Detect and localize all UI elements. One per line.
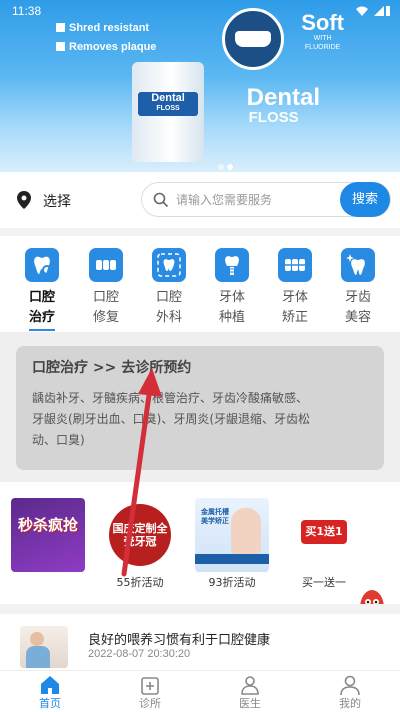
carousel-dots[interactable] — [218, 155, 238, 170]
promo-image: 秒杀疯抢 — [11, 498, 85, 572]
bottom-tabbar: 首页 诊所 医生 我的 — [0, 670, 400, 712]
profile-icon — [340, 675, 360, 696]
tab-clinic[interactable]: 诊所 — [100, 671, 200, 712]
promo-item[interactable]: 买1送1 买一送一 — [284, 498, 364, 590]
search-row: 选择 搜索 — [0, 172, 400, 228]
category-cosmetic[interactable]: 牙齿 美容 — [333, 248, 383, 328]
clinic-icon — [141, 677, 159, 695]
floss-box-label: Dental FLOSS — [138, 92, 198, 116]
tab-label: 诊所 — [139, 697, 161, 710]
home-icon — [41, 676, 59, 694]
promo-item[interactable]: 国庆定制全瓷牙冠 55折活动 — [100, 498, 180, 590]
status-icons — [356, 6, 390, 16]
promo-label: 93折活动 — [208, 576, 256, 589]
banner-carousel[interactable]: 11:38 Shred resistant Removes plaque Sof… — [0, 0, 400, 172]
category-oral-surgery[interactable]: 口腔 外科 — [144, 248, 194, 328]
sparkle-tooth-icon — [341, 248, 375, 282]
category-label: 牙齿 美容 — [344, 290, 371, 325]
tab-doctor[interactable]: 医生 — [200, 671, 300, 712]
category-orthodontic[interactable]: 牙体 矫正 — [270, 248, 320, 328]
tab-label: 医生 — [239, 697, 261, 710]
tab-label: 首页 — [39, 697, 61, 710]
banner-soft-badge: Soft WITH FLUORIDE — [301, 10, 344, 52]
section-divider — [0, 228, 400, 236]
promo-item[interactable]: 秒杀疯抢 — [8, 498, 88, 576]
article-title: 良好的喂养习惯有利于口腔健康 — [88, 633, 271, 648]
category-label: 牙体 矫正 — [281, 290, 308, 325]
floss-box-image: Dental FLOSS — [132, 62, 204, 162]
article-time: 2022-08-07 20:30:20 — [88, 648, 191, 660]
promo-item[interactable]: 金属托槽 美学矫正 93折活动 — [192, 498, 272, 590]
tab-profile[interactable]: 我的 — [300, 671, 400, 712]
category-bar: 口腔 治疗 口腔 修复 口腔 外科 牙体 种植 牙体 矫正 牙齿 美容 — [0, 236, 400, 332]
article-thumbnail — [20, 626, 68, 668]
doctor-icon — [241, 676, 259, 695]
promo-label: 55折活动 — [116, 576, 164, 589]
location-pin-icon[interactable] — [17, 191, 31, 209]
carousel-dot-active[interactable] — [227, 164, 233, 170]
active-underline — [29, 329, 55, 331]
section-divider — [0, 604, 400, 614]
banner-bullet: Shred resistant — [56, 22, 156, 34]
category-label: 口腔 治疗 — [28, 290, 55, 325]
category-detail-card[interactable]: 口腔治疗 >> 去诊所预约 龋齿补牙、牙髓疾病、根管治疗、牙齿冷酸痛敏感、 牙龈… — [16, 346, 384, 470]
carousel-dot[interactable] — [218, 164, 224, 170]
promo-image: 国庆定制全瓷牙冠 — [103, 498, 177, 572]
promo-label: 买一送一 — [302, 576, 346, 589]
tooth-search-icon — [25, 248, 59, 282]
category-oral-repair[interactable]: 口腔 修复 — [81, 248, 131, 328]
app-root: 11:38 Shred resistant Removes plaque Sof… — [0, 0, 400, 712]
banner-bullets: Shred resistant Removes plaque — [56, 22, 156, 60]
promo-strip: 秒杀疯抢 国庆定制全瓷牙冠 55折活动 金属托槽 美学矫正 93折活动 买1送1… — [0, 490, 400, 602]
promo-image: 买1送1 — [287, 498, 361, 572]
promo-image: 金属托槽 美学矫正 — [195, 498, 269, 572]
category-oral-treatment[interactable]: 口腔 治疗 — [17, 248, 67, 331]
search-icon — [153, 192, 169, 208]
braces-icon — [278, 248, 312, 282]
teeth-icon — [222, 8, 284, 70]
tab-label: 我的 — [339, 697, 361, 710]
category-implant[interactable]: 牙体 种植 — [207, 248, 257, 328]
category-label: 牙体 种植 — [218, 290, 245, 325]
teeth-row-icon — [89, 248, 123, 282]
tab-home[interactable]: 首页 — [0, 671, 100, 712]
search-box: 搜索 — [141, 182, 391, 217]
category-detail-section: 口腔治疗 >> 去诊所预约 龋齿补牙、牙髓疾病、根管治疗、牙齿冷酸痛敏感、 牙龈… — [0, 332, 400, 482]
location-select[interactable]: 选择 — [43, 191, 71, 211]
banner-bullet: Removes plaque — [56, 41, 156, 53]
tooth-frame-icon — [152, 248, 186, 282]
category-label: 口腔 修复 — [92, 290, 119, 325]
category-label: 口腔 外科 — [155, 290, 182, 325]
search-input[interactable] — [176, 191, 336, 209]
article-item[interactable]: 良好的喂养习惯有利于口腔健康 2022-08-07 20:30:20 — [0, 614, 400, 670]
status-time: 11:38 — [12, 4, 42, 18]
panel-title[interactable]: 口腔治疗 >> 去诊所预约 — [32, 358, 368, 378]
panel-description: 龋齿补牙、牙髓疾病、根管治疗、牙齿冷酸痛敏感、 牙龈炎(刷牙出血、口臭)、牙周炎… — [32, 391, 311, 447]
tooth-implant-icon — [215, 248, 249, 282]
banner-brand-title: Dental FLOSS — [246, 84, 320, 126]
search-button[interactable]: 搜索 — [340, 182, 390, 217]
